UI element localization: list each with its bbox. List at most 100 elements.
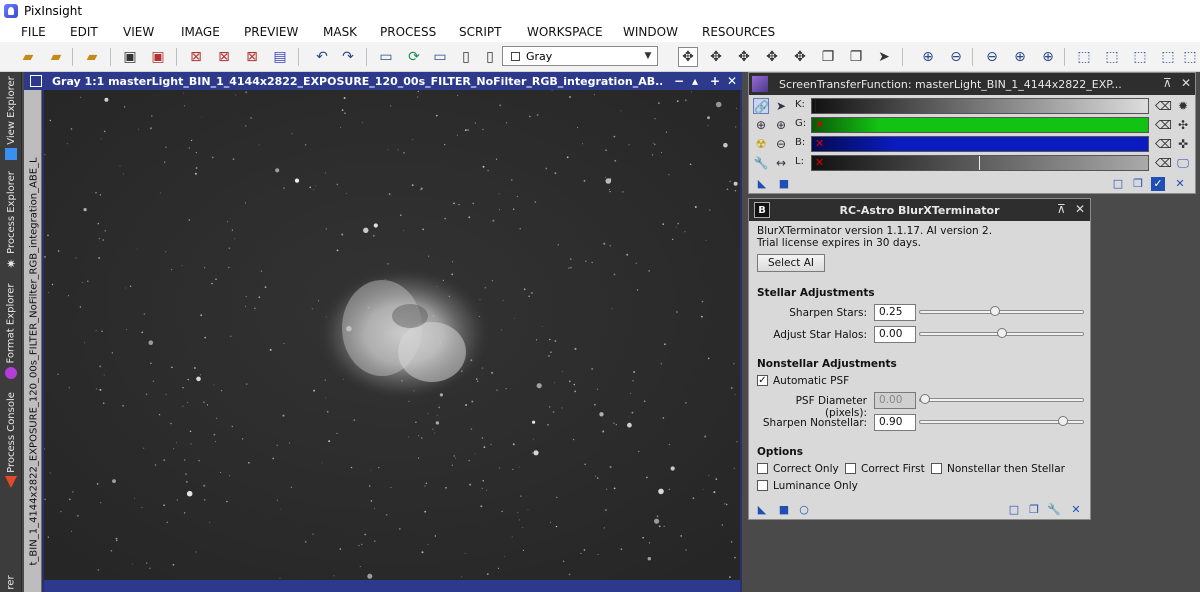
reset-doc-icon[interactable]: ❐: [1131, 177, 1145, 191]
sharpen-nonstellar-slider[interactable]: [919, 416, 1084, 426]
zoom-in-small-2-icon[interactable]: ⊕: [773, 117, 789, 133]
menu-file[interactable]: FILE: [17, 25, 50, 39]
zoom-1-1-icon[interactable]: ⊖: [982, 47, 1002, 67]
close-image-icon[interactable]: ⊠: [186, 47, 206, 67]
nonstellar-then-stellar-checkbox[interactable]: [931, 463, 942, 474]
wrench-icon[interactable]: 🔧: [1047, 503, 1061, 517]
sharpen-nonstellar-input[interactable]: 0.90: [874, 414, 916, 431]
menu-view[interactable]: VIEW: [119, 25, 158, 39]
shrink-icon[interactable]: ⬚: [1180, 47, 1200, 67]
move-mode-icon[interactable]: ✥: [678, 47, 698, 67]
fullscreen-icon[interactable]: ⬚: [1158, 47, 1178, 67]
crosshair-icon[interactable]: ✜: [1175, 136, 1191, 152]
tab-process-console[interactable]: Process Console: [0, 390, 22, 474]
automatic-psf-checkbox[interactable]: ✓: [757, 375, 768, 386]
stf-g-slider[interactable]: ✕: [811, 117, 1149, 133]
open-folder-icon[interactable]: ▰: [18, 47, 38, 67]
reset-icon[interactable]: ✕: [1173, 177, 1187, 191]
pin-icon[interactable]: ⊼: [1163, 76, 1172, 90]
shade-icon[interactable]: ▴: [692, 74, 698, 88]
zoom-in-2-icon[interactable]: ⊕: [1010, 47, 1030, 67]
halos-input[interactable]: 0.00: [874, 326, 916, 343]
preview-restore-icon[interactable]: ▯: [456, 47, 476, 67]
reset-l-icon[interactable]: ⌫: [1155, 155, 1172, 171]
tab-explorer-bottom[interactable]: rer: [0, 568, 22, 592]
new-instance-icon[interactable]: ◣: [755, 503, 769, 517]
psf-diameter-slider[interactable]: [919, 394, 1084, 404]
sharpen-ns-knob[interactable]: [1057, 416, 1068, 426]
menu-edit[interactable]: EDIT: [66, 25, 102, 39]
save-icon[interactable]: ▣: [120, 47, 140, 67]
check-icon[interactable]: ✓: [1151, 177, 1165, 191]
sharpen-stars-input[interactable]: 0.25: [874, 304, 916, 321]
halos-slider[interactable]: [919, 328, 1084, 338]
reset-g-icon[interactable]: ⌫: [1155, 117, 1172, 133]
menu-image[interactable]: IMAGE: [177, 25, 224, 39]
radiation-icon[interactable]: ☢: [753, 136, 769, 152]
menu-process[interactable]: PROCESS: [376, 25, 440, 39]
undo-icon[interactable]: ↶: [312, 47, 332, 67]
apply-global-icon[interactable]: ■: [777, 177, 791, 191]
bxt-close-icon[interactable]: ✕: [1075, 202, 1085, 216]
psf-diameter-input[interactable]: 0.00: [874, 392, 916, 409]
preview-delete-icon[interactable]: ▯: [480, 47, 500, 67]
menu-workspace[interactable]: WORKSPACE: [523, 25, 607, 39]
reset-doc-icon[interactable]: ❐: [1027, 503, 1041, 517]
sharpen-stars-knob[interactable]: [990, 306, 1001, 316]
width-icon[interactable]: ↔: [773, 155, 789, 171]
halos-knob[interactable]: [996, 328, 1007, 338]
astro-image-canvas[interactable]: [44, 90, 740, 580]
psf-knob[interactable]: [920, 394, 930, 404]
apply-global-icon[interactable]: ■: [777, 503, 791, 517]
sharpen-stars-slider[interactable]: [919, 306, 1084, 316]
optimize-window-icon[interactable]: ⬚: [1102, 47, 1122, 67]
center-icon[interactable]: ✥: [790, 47, 810, 67]
correct-first-checkbox[interactable]: [845, 463, 856, 474]
minimize-icon[interactable]: −: [674, 74, 684, 88]
menu-preview[interactable]: PREVIEW: [240, 25, 302, 39]
tab-process-explorer[interactable]: Process Explorer: [0, 170, 22, 254]
new-preview-icon[interactable]: ▭: [376, 47, 396, 67]
luminance-only-checkbox[interactable]: [757, 480, 768, 491]
stf-k-slider[interactable]: ▏: [811, 98, 1149, 114]
clone-icon[interactable]: ❐: [846, 47, 866, 67]
zoom-out-icon[interactable]: ⊖: [946, 47, 966, 67]
close-icon[interactable]: ✕: [727, 74, 737, 88]
preview-store-icon[interactable]: ▭: [430, 47, 450, 67]
track-icon[interactable]: ✣: [1175, 117, 1191, 133]
reset-icon[interactable]: ✕: [1069, 503, 1083, 517]
stf-close-icon[interactable]: ✕: [1181, 76, 1191, 90]
correct-only-checkbox[interactable]: [757, 463, 768, 474]
view-selector-dropdown[interactable]: Gray ▼: [502, 46, 658, 66]
browse-doc-icon[interactable]: □: [1007, 503, 1021, 517]
redo-icon[interactable]: ↷: [338, 47, 358, 67]
wrench-icon[interactable]: 🔧: [753, 155, 769, 171]
zoom-in-icon[interactable]: ⊕: [918, 47, 938, 67]
reset-k-icon[interactable]: ⌫: [1155, 98, 1172, 114]
move-icon[interactable]: ✥: [762, 47, 782, 67]
pan-icon[interactable]: ✥: [706, 47, 726, 67]
reset-b-icon[interactable]: ⌫: [1155, 136, 1172, 152]
tab-format-explorer[interactable]: Format Explorer: [0, 280, 22, 366]
link-channels-icon[interactable]: 🔗: [753, 98, 769, 114]
image-window-titlebar[interactable]: Gray 1:1 masterLight_BIN_1_4144x2822_EXP…: [24, 72, 742, 90]
fit-window-icon[interactable]: ⬚: [1074, 47, 1094, 67]
stack-icon[interactable]: ▤: [270, 47, 290, 67]
close-project-icon[interactable]: ⊠: [242, 47, 262, 67]
auto-stretch-icon[interactable]: ✹: [1175, 98, 1191, 114]
apply-icon[interactable]: ○: [797, 503, 811, 517]
pointer-icon[interactable]: ➤: [773, 98, 789, 114]
select-ai-button[interactable]: Select AI: [757, 254, 825, 272]
resize-icon[interactable]: ⬚: [1130, 47, 1150, 67]
open-recent-icon[interactable]: ▰: [46, 47, 66, 67]
tab-view-explorer[interactable]: View Explorer: [0, 76, 22, 145]
zoom-out-small-icon[interactable]: ⊖: [773, 136, 789, 152]
stf-l-slider[interactable]: ✕: [811, 155, 1149, 171]
maximize-icon[interactable]: +: [710, 74, 720, 88]
monitor-icon[interactable]: 🖵: [1175, 155, 1191, 171]
zoom-fit-icon[interactable]: ✥: [734, 47, 754, 67]
bxt-titlebar[interactable]: B RC-Astro BlurXTerminator ⊼ ✕: [749, 199, 1090, 221]
menu-script[interactable]: SCRIPT: [455, 25, 505, 39]
preview-refresh-icon[interactable]: ⟳: [404, 47, 424, 67]
menu-window[interactable]: WINDOW: [619, 25, 682, 39]
